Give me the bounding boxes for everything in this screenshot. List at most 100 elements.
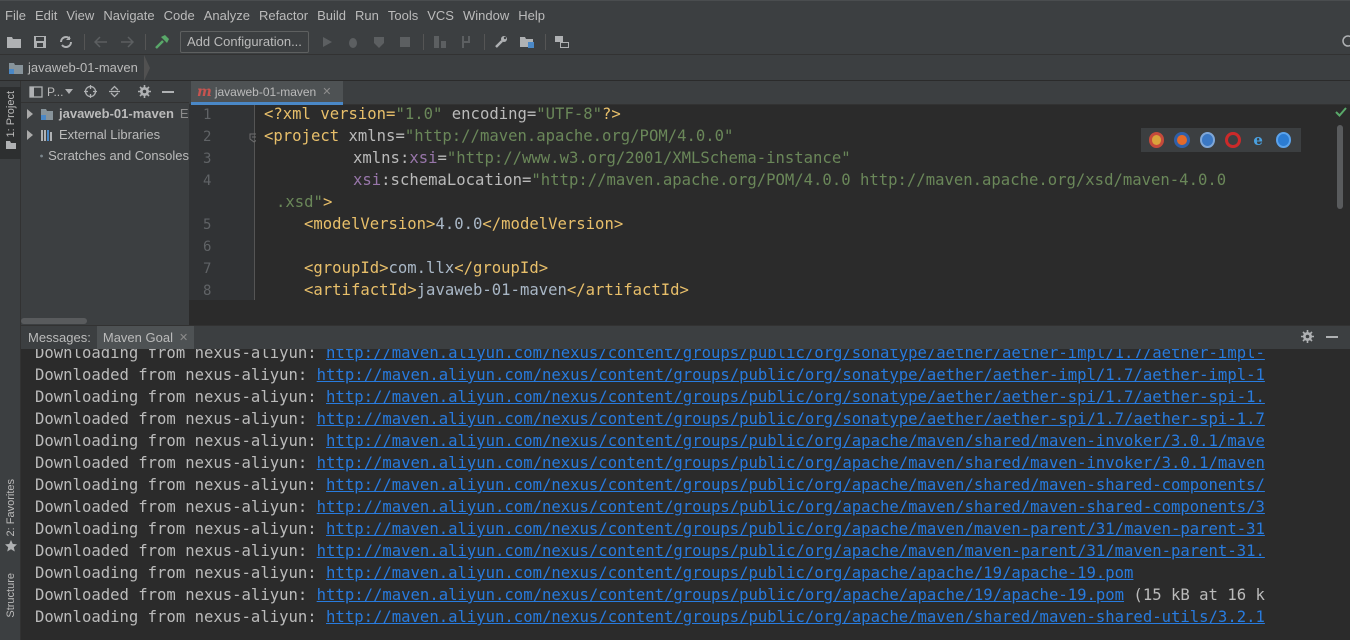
open-folder-icon[interactable] [6,34,22,50]
inspection-ok-check-icon[interactable] [1335,107,1347,117]
project-panel-header: P... [21,81,189,103]
internet-explorer-icon[interactable]: e [1250,131,1266,149]
project-view-selector[interactable]: P... [47,85,63,99]
line-number: 8 [203,283,212,299]
code-line: <?xml version="1.0" encoding="UTF-8"?> [264,105,621,123]
save-icon[interactable] [32,34,48,50]
gear-icon[interactable] [137,85,151,99]
sdk-manager-icon[interactable] [554,34,570,50]
menu-help[interactable]: Help [518,8,545,23]
library-icon [41,129,52,141]
download-link[interactable]: http://maven.aliyun.com/nexus/content/gr… [326,349,1265,362]
safari-icon[interactable] [1199,132,1216,148]
collapse-all-icon[interactable] [107,85,121,99]
download-link[interactable]: http://maven.aliyun.com/nexus/content/gr… [326,564,1133,582]
stop-icon[interactable] [397,34,413,50]
folder-icon [5,141,16,150]
download-link[interactable]: http://maven.aliyun.com/nexus/content/gr… [317,586,1124,604]
download-link[interactable]: http://maven.aliyun.com/nexus/content/gr… [326,388,1265,406]
gear-icon[interactable] [1301,330,1314,343]
tree-item-external-libraries[interactable]: External Libraries [21,124,189,145]
close-icon[interactable]: ✕ [322,85,331,98]
sync-icon[interactable] [58,34,74,50]
chrome-icon[interactable] [1149,132,1165,148]
opera-icon[interactable] [1225,132,1241,148]
download-link[interactable]: http://maven.aliyun.com/nexus/content/gr… [317,410,1265,428]
settings-wrench-icon[interactable] [493,34,509,50]
menu-edit[interactable]: Edit [35,8,57,23]
back-arrow-icon[interactable] [93,34,109,50]
menu-run[interactable]: Run [355,8,379,23]
build-hammer-icon[interactable] [154,34,170,50]
editor-tab-pom[interactable]: m javaweb-01-maven ✕ [191,81,343,105]
tab-maven-goal[interactable]: Maven Goal ✕ [96,325,195,350]
menu-analyze[interactable]: Analyze [204,8,250,23]
console-output[interactable]: Downloading from nexus-aliyun: http://ma… [21,349,1350,640]
menu-refactor[interactable]: Refactor [259,8,308,23]
scrollbar-thumb[interactable] [1337,125,1343,209]
star-icon [4,540,17,552]
left-tool-stripe: 1: Project 2: Favorites Structure [0,81,21,640]
download-link[interactable]: http://maven.aliyun.com/nexus/content/gr… [326,608,1265,626]
code-line: xsi:schemaLocation="http://maven.apache.… [353,171,1227,189]
download-link[interactable]: http://maven.aliyun.com/nexus/content/gr… [317,498,1265,516]
menu-vcs[interactable]: VCS [427,8,454,23]
menu-view[interactable]: View [66,8,94,23]
download-link[interactable]: http://maven.aliyun.com/nexus/content/gr… [317,366,1265,384]
hide-panel-icon[interactable] [1326,335,1338,338]
structure-tool-tab[interactable]: Structure [0,573,21,640]
editor-tab-label: javaweb-01-maven [214,84,317,99]
forward-arrow-icon[interactable] [119,34,135,50]
tree-item-project-root[interactable]: javaweb-01-maven E [21,103,189,124]
expand-arrow-icon[interactable] [27,129,33,140]
download-link[interactable]: http://maven.aliyun.com/nexus/content/gr… [326,476,1265,494]
line-number: 7 [203,261,212,277]
console-line: Downloading from nexus-aliyun: http://ma… [35,520,1265,538]
code-line: xmlns:xsi="http://www.w3.org/2001/XMLSch… [353,149,851,167]
project-tab-label: 1: Project [4,91,17,138]
menu-navigate[interactable]: Navigate [103,8,154,23]
menu-file[interactable]: File [5,8,26,23]
hide-panel-icon[interactable] [161,85,175,99]
breadcrumb-separator-icon [143,54,150,81]
tree-item-label: External Libraries [59,127,161,142]
menu-code[interactable]: Code [164,8,195,23]
menu-tools[interactable]: Tools [388,8,418,23]
line-number: 4 [203,173,212,189]
menu-bar: File Edit View Navigate Code Analyze Ref… [0,0,1350,29]
project-view-icon [29,85,43,98]
download-link[interactable]: http://maven.aliyun.com/nexus/content/gr… [326,432,1265,450]
breadcrumb-project[interactable]: javaweb-01-maven [8,60,144,75]
editor-vertical-scrollbar[interactable] [1334,105,1350,300]
console-line: Downloaded from nexus-aliyun: http://mav… [35,498,1265,516]
firefox-icon[interactable] [1174,132,1190,148]
download-link[interactable]: http://maven.aliyun.com/nexus/content/gr… [317,454,1265,472]
edge-icon[interactable] [1275,132,1291,148]
close-icon[interactable]: ✕ [179,331,188,344]
menu-window[interactable]: Window [463,8,509,23]
code-line: <groupId>com.llx</groupId> [304,259,549,277]
favorites-tool-tab[interactable]: 2: Favorites [0,479,21,559]
debug-icon[interactable] [345,34,361,50]
run-icon[interactable] [319,34,335,50]
project-horizontal-scrollbar[interactable] [21,318,87,324]
view-dropdown-icon[interactable] [65,88,74,95]
menu-build[interactable]: Build [317,8,346,23]
locate-target-icon[interactable] [83,85,97,99]
project-settings-icon[interactable] [519,34,535,50]
tree-item-label: Scratches and Consoles [48,148,189,163]
console-line: Downloaded from nexus-aliyun: http://mav… [35,410,1265,428]
project-structure-icon[interactable] [432,34,448,50]
coverage-icon[interactable] [371,34,387,50]
expand-arrow-icon[interactable] [27,108,33,119]
console-line: Downloading from nexus-aliyun: http://ma… [35,432,1265,450]
tree-item-path: E [179,106,189,121]
project-tool-tab[interactable]: 1: Project [0,87,21,159]
add-configuration-button[interactable]: Add Configuration... [180,30,309,53]
search-everywhere-icon[interactable] [1340,33,1350,47]
download-link[interactable]: http://maven.aliyun.com/nexus/content/gr… [317,542,1265,560]
download-link[interactable]: http://maven.aliyun.com/nexus/content/gr… [326,520,1265,538]
vcs-icon[interactable] [458,34,474,50]
tree-item-scratches[interactable]: Scratches and Consoles [21,145,189,166]
code-line: <artifactId>javaweb-01-maven</artifactId… [304,281,689,299]
